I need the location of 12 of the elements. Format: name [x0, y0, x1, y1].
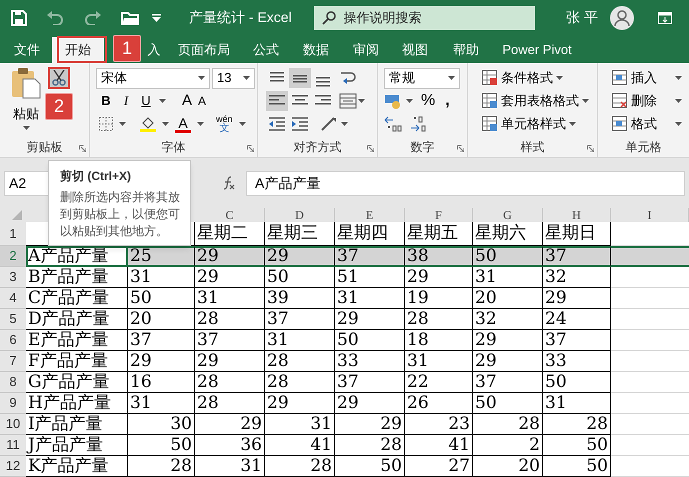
group-label: 字体 — [162, 139, 186, 156]
window-title: 产量统计 - Excel — [189, 8, 292, 27]
user-name: 张 平 — [566, 8, 598, 27]
group-label: 数字 — [410, 139, 434, 156]
group-label: 单元格 — [626, 139, 662, 156]
tooltip-title: 剪切 (Ctrl+X) — [60, 168, 132, 185]
group-label: 对齐方式 — [294, 139, 342, 156]
tooltip-text: 删除所选内容并将其放到剪贴板上，以便您可以粘贴到其他地方。 — [60, 189, 181, 240]
step-badge: 2 — [45, 93, 73, 120]
group-label: 样式 — [520, 139, 544, 156]
group-label: 剪贴板 — [26, 139, 62, 156]
step-badge: 1 — [113, 35, 141, 62]
